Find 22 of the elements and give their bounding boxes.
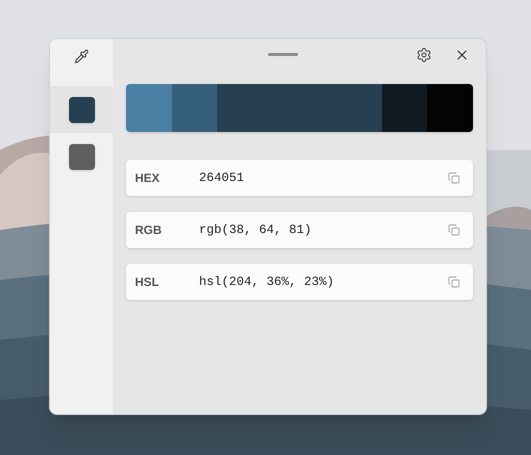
copy-button[interactable] [448, 224, 460, 236]
drag-handle[interactable] [268, 53, 298, 56]
format-label: HEX [135, 170, 161, 187]
copy-icon [448, 224, 460, 236]
format-value: 264051 [199, 170, 244, 187]
copy-button[interactable] [448, 172, 460, 184]
shade-swatch[interactable] [217, 84, 382, 132]
settings-button[interactable] [416, 47, 432, 63]
settings-icon [416, 47, 432, 63]
eyedropper-icon [74, 48, 89, 64]
shade-swatch[interactable] [172, 84, 218, 132]
color-history-item[interactable] [50, 86, 113, 133]
copy-icon [448, 276, 460, 288]
shade-swatch[interactable] [427, 84, 473, 132]
shade-swatch[interactable] [126, 84, 172, 132]
copy-button[interactable] [448, 276, 460, 288]
shade-swatch[interactable] [382, 84, 428, 132]
format-label: HSL [135, 274, 160, 291]
copy-icon [448, 172, 460, 184]
format-label: RGB [135, 222, 163, 239]
format-value: rgb(38, 64, 81) [199, 222, 312, 239]
format-value: hsl(204, 36%, 23%) [199, 274, 334, 291]
